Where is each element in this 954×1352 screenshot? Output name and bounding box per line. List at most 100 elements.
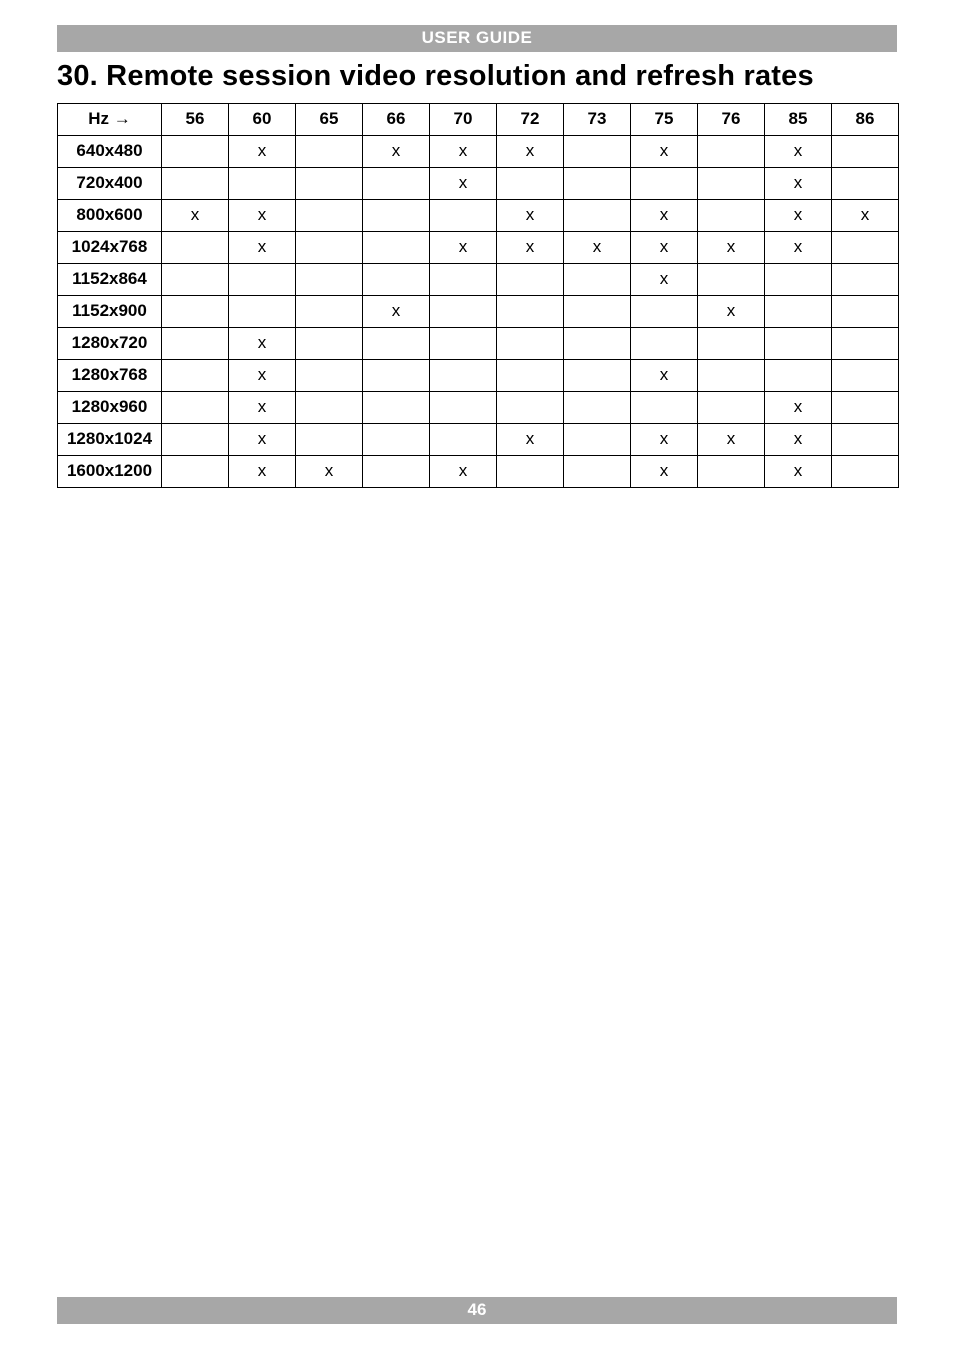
table-cell — [296, 168, 363, 200]
table-cell: x — [162, 200, 229, 232]
table-cell — [832, 328, 899, 360]
col-header: 86 — [832, 104, 899, 136]
table-cell — [430, 360, 497, 392]
table-cell: x — [765, 392, 832, 424]
table-cell — [430, 424, 497, 456]
col-header: 66 — [363, 104, 430, 136]
col-header: 65 — [296, 104, 363, 136]
table-cell: x — [631, 232, 698, 264]
table-cell — [832, 424, 899, 456]
row-header: 1024x768 — [58, 232, 162, 264]
row-header: 640x480 — [58, 136, 162, 168]
table-cell — [162, 264, 229, 296]
row-header: 1152x900 — [58, 296, 162, 328]
table-cell: x — [229, 200, 296, 232]
table-cell — [564, 296, 631, 328]
table-cell: x — [363, 136, 430, 168]
col-header: 76 — [698, 104, 765, 136]
resolution-table: Hz → 56 60 65 66 70 72 73 75 76 85 86 64… — [57, 103, 899, 488]
table-cell: x — [229, 328, 296, 360]
table-cell — [698, 136, 765, 168]
table-cell: x — [497, 424, 564, 456]
table-cell — [698, 360, 765, 392]
row-header: 1280x1024 — [58, 424, 162, 456]
row-header: 720x400 — [58, 168, 162, 200]
table-cell — [229, 264, 296, 296]
table-cell — [363, 360, 430, 392]
col-header: 56 — [162, 104, 229, 136]
table-row: 720x400 x x — [58, 168, 899, 200]
table-cell — [564, 360, 631, 392]
table-cell: x — [631, 264, 698, 296]
table-cell: x — [497, 136, 564, 168]
table-cell — [832, 168, 899, 200]
table-cell: x — [631, 136, 698, 168]
table-cell — [832, 456, 899, 488]
col-header: 73 — [564, 104, 631, 136]
table-cell: x — [430, 168, 497, 200]
table-cell — [698, 392, 765, 424]
table-cell: x — [765, 168, 832, 200]
table-cell: x — [229, 360, 296, 392]
table-cell — [765, 360, 832, 392]
col-header: 70 — [430, 104, 497, 136]
table-cell — [765, 296, 832, 328]
page: USER GUIDE 30. Remote session video reso… — [0, 0, 954, 1352]
table-cell — [363, 424, 430, 456]
header-banner: USER GUIDE — [57, 25, 897, 52]
table-cell — [832, 296, 899, 328]
table-row: 1280x960xx — [58, 392, 899, 424]
table-cell: x — [430, 456, 497, 488]
table-cell — [564, 392, 631, 424]
table-cell — [162, 136, 229, 168]
row-header: 1152x864 — [58, 264, 162, 296]
table-cell — [631, 392, 698, 424]
table-cell — [296, 136, 363, 168]
table-cell: x — [229, 392, 296, 424]
table-cell: x — [765, 456, 832, 488]
table-cell: x — [497, 200, 564, 232]
table-row: 1280x1024xxxxx — [58, 424, 899, 456]
table-cell — [832, 232, 899, 264]
table-cell — [564, 264, 631, 296]
row-header: 1280x768 — [58, 360, 162, 392]
section-heading: 30. Remote session video resolution and … — [57, 60, 897, 93]
table-cell — [162, 328, 229, 360]
table-cell — [698, 168, 765, 200]
table-cell — [698, 328, 765, 360]
table-cell — [430, 200, 497, 232]
table-row: 1600x1200xxxxx — [58, 456, 899, 488]
table-cell: x — [497, 232, 564, 264]
table-row: 800x600xxxxxx — [58, 200, 899, 232]
table-cell — [631, 296, 698, 328]
table-cell — [430, 328, 497, 360]
table-cell: x — [832, 200, 899, 232]
table-cell — [564, 328, 631, 360]
table-cell — [832, 360, 899, 392]
table-cell — [564, 456, 631, 488]
table-cell: x — [698, 232, 765, 264]
table-cell: x — [765, 200, 832, 232]
table-cell — [296, 232, 363, 264]
table-cell — [564, 168, 631, 200]
table-cell — [296, 392, 363, 424]
table-cell: x — [765, 232, 832, 264]
table-cell — [564, 424, 631, 456]
table-cell: x — [631, 424, 698, 456]
table-cell — [363, 168, 430, 200]
table-cell — [430, 264, 497, 296]
col-header: 85 — [765, 104, 832, 136]
table-cell: x — [631, 200, 698, 232]
table-cell — [162, 168, 229, 200]
table-cell — [698, 456, 765, 488]
col-header: 75 — [631, 104, 698, 136]
table-cell — [497, 360, 564, 392]
table-cell — [363, 264, 430, 296]
table-cell — [296, 360, 363, 392]
table-cell — [497, 392, 564, 424]
table-cell — [430, 392, 497, 424]
table-cell — [698, 200, 765, 232]
table-cell — [162, 456, 229, 488]
table-cell — [430, 296, 497, 328]
table-cell: x — [430, 232, 497, 264]
